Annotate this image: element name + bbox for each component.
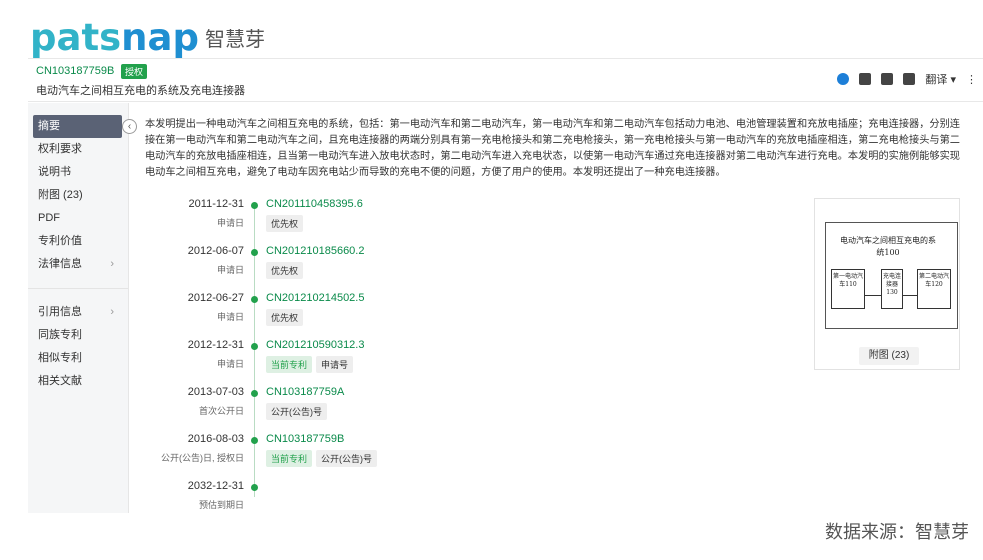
more-icon[interactable]: ⋮	[966, 73, 977, 86]
timeline-dot	[251, 202, 258, 209]
patent-header: CN103187759B 授权 电动汽车之间相互充电的系统及充电连接器 翻译 ▾…	[28, 58, 983, 102]
event-patent-link[interactable]: CN201210214502.5	[266, 292, 364, 304]
sidebar-item-figures[interactable]: 附图 (23)	[28, 184, 128, 207]
event-type: 申请日	[216, 312, 244, 322]
sidebar-item-value[interactable]: 专利价值	[28, 230, 128, 253]
timeline-dot	[251, 484, 258, 491]
timeline-event: 2012-06-27 申请日 CN201210214502.5 优先权	[150, 292, 450, 336]
translate-button[interactable]: 翻译 ▾	[925, 71, 956, 87]
sidebar-item-abstract[interactable]: 摘要	[33, 115, 122, 138]
event-date: 2032-12-31	[187, 480, 244, 492]
event-date: 2011-12-31	[188, 198, 244, 210]
event-tag: 申请号	[316, 356, 354, 373]
figure-connector-line	[903, 295, 917, 296]
event-tag: 优先权	[266, 262, 304, 279]
sidebar-item-description[interactable]: 说明书	[28, 161, 128, 184]
event-date: 2012-06-27	[187, 292, 244, 304]
sidebar-item-claims[interactable]: 权利要求	[28, 138, 128, 161]
sidebar-item-literature[interactable]: 相关文献	[28, 370, 128, 393]
timeline-event: 2012-06-07 申请日 CN201210185660.2 优先权	[150, 245, 450, 289]
timeline-dot	[251, 437, 258, 444]
timeline-event: 2011-12-31 申请日 CN201110458395.6 优先权	[150, 198, 450, 242]
sidebar-item-legal[interactable]: 法律信息 ›	[28, 253, 128, 276]
event-type: 预估到期日	[198, 500, 244, 510]
report-icon[interactable]	[859, 73, 872, 85]
timeline-dot	[251, 390, 258, 397]
event-patent-link[interactable]: CN201110458395.6	[266, 198, 363, 210]
event-date: 2016-08-03	[187, 433, 244, 445]
patsnap-logo: patsnap 智慧芽	[30, 16, 265, 56]
timeline-event: 2032-12-31 预估到期日	[150, 480, 450, 524]
figure-box-car2: 第二电动汽车120	[917, 269, 951, 309]
collapse-sidebar-icon[interactable]: ‹	[122, 119, 137, 134]
event-tag: 优先权	[266, 309, 304, 326]
event-patent-link[interactable]: CN201210590312.3	[266, 339, 364, 351]
event-tag: 公开(公告)号	[316, 450, 378, 467]
refresh-icon[interactable]	[837, 73, 850, 85]
figure-title: 电动汽车之间相互充电的系 统100	[840, 236, 936, 257]
event-date: 2013-07-03	[187, 386, 244, 398]
patent-number[interactable]: CN103187759B	[36, 65, 114, 77]
sidebar-item-citations[interactable]: 引用信息 ›	[28, 301, 128, 324]
event-tag: 公开(公告)号	[266, 403, 327, 420]
sidebar-item-similar[interactable]: 相似专利	[28, 347, 128, 370]
sidebar-item-family[interactable]: 同族专利	[28, 324, 128, 347]
timeline-event: 2016-08-03 公开(公告)日, 授权日 CN103187759B 当前专利 公开…	[150, 433, 450, 477]
status-badge: 授权	[121, 64, 148, 79]
event-tags: 优先权	[266, 215, 304, 232]
event-type: 首次公开日	[198, 406, 244, 416]
timeline-dot	[251, 249, 258, 256]
chevron-right-icon: ›	[110, 306, 114, 318]
event-type: 公开(公告)日, 授权日	[161, 453, 244, 463]
sidebar-menu: 摘要 权利要求 说明书 附图 (23) PDF 专利价值 法律信息 › 引用信息 ›…	[28, 103, 129, 513]
event-patent-link[interactable]: CN201210185660.2	[266, 245, 364, 257]
figure-connector-line	[865, 295, 881, 296]
data-source: 数据来源：智慧芽	[825, 522, 969, 543]
figures-button[interactable]: 附图 (23)	[859, 347, 919, 365]
figure-box-connector: 充电连接器130	[881, 269, 903, 309]
figure-card[interactable]: 电动汽车之间相互充电的系 统100 第一电动汽车110 充电连接器130 第二电动…	[814, 198, 960, 370]
event-tag: 当前专利	[266, 356, 313, 373]
sidebar-item-pdf[interactable]: PDF	[28, 207, 128, 230]
figure-box-car1: 第一电动汽车110	[831, 269, 865, 309]
compare-icon[interactable]	[903, 73, 916, 85]
event-tag: 当前专利	[266, 450, 313, 467]
abstract-text: 本发明提出一种电动汽车之间相互充电的系统，包括：第一电动汽车和第二电动汽车，第一…	[145, 119, 960, 178]
timeline-dot	[251, 296, 258, 303]
event-patent-link[interactable]: CN103187759A	[266, 386, 344, 398]
event-date: 2012-12-31	[187, 339, 244, 351]
chevron-down-icon: ▾	[950, 74, 956, 86]
folder-icon[interactable]	[881, 73, 894, 85]
event-tag: 优先权	[266, 215, 304, 232]
event-type: 申请日	[216, 359, 244, 369]
logo-wordmark: patsnap	[30, 16, 199, 59]
event-type: 申请日	[216, 218, 244, 228]
event-type: 申请日	[216, 265, 244, 275]
timeline-event: 2013-07-03 首次公开日 CN103187759A 公开(公告)号	[150, 386, 450, 430]
timeline-event: 2012-12-31 申请日 CN201210590312.3 当前专利 申请号	[150, 339, 450, 383]
figure-thumbnail[interactable]: 电动汽车之间相互充电的系 统100 第一电动汽车110 充电连接器130 第二电动…	[820, 219, 958, 331]
toolbar: 翻译 ▾ ⋮	[837, 71, 977, 87]
event-tags: 当前专利 申请号	[266, 356, 354, 373]
divider	[28, 288, 128, 289]
event-tags: 优先权	[266, 309, 304, 326]
chevron-right-icon: ›	[110, 258, 114, 270]
event-date: 2012-06-07	[187, 245, 244, 257]
patent-title: 电动汽车之间相互充电的系统及充电连接器	[36, 85, 245, 97]
event-patent-link[interactable]: CN103187759B	[266, 433, 344, 445]
event-tags: 公开(公告)号	[266, 403, 327, 420]
event-tags: 优先权	[266, 262, 304, 279]
timeline-dot	[251, 343, 258, 350]
logo-cn: 智慧芽	[204, 27, 265, 51]
event-tags: 当前专利 公开(公告)号	[266, 450, 378, 467]
